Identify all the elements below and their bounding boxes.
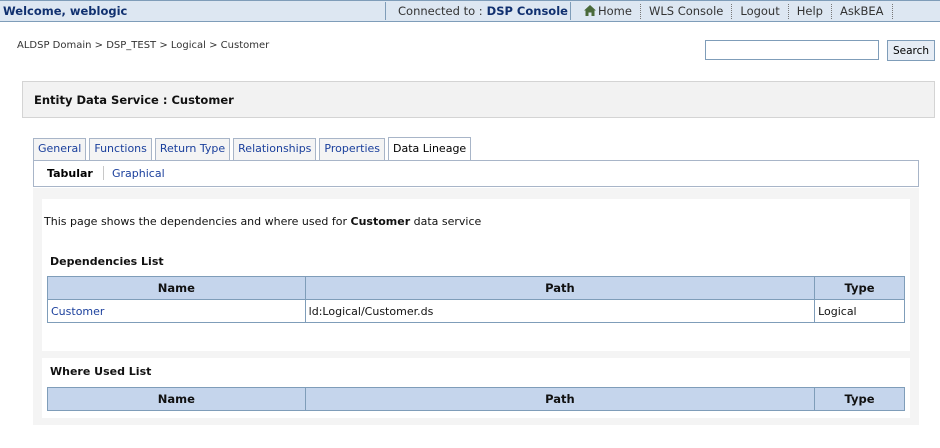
separator — [385, 2, 386, 20]
connection-status: Connected to : DSP Console — [398, 4, 568, 18]
column-header-name[interactable]: Name — [47, 276, 306, 300]
column-header-type[interactable]: Type — [814, 276, 905, 300]
connected-label: Connected to : — [398, 4, 483, 18]
tab-relationships[interactable]: Relationships — [233, 138, 317, 160]
page-title: Entity Data Service : Customer — [34, 93, 234, 107]
tab-functions[interactable]: Functions — [89, 138, 152, 160]
tab-return-type[interactable]: Return Type — [154, 138, 231, 160]
connected-value: DSP Console — [486, 4, 568, 18]
where-used-title: Where Used List — [50, 365, 152, 378]
home-link-label: Home — [598, 4, 632, 18]
home-link[interactable]: Home — [578, 4, 641, 19]
top-bar: Welcome, weblogic Connected to : DSP Cons… — [0, 0, 940, 22]
cell-path: ld:Logical/Customer.ds — [304, 299, 816, 323]
table-header-row: Name Path Type — [47, 387, 905, 411]
description-prefix: This page shows the dependencies and whe… — [44, 215, 347, 228]
table-row: Customer ld:Logical/Customer.ds Logical — [47, 299, 905, 323]
search-button[interactable]: Search — [887, 40, 935, 61]
column-header-name[interactable]: Name — [47, 387, 306, 411]
cell-type: Logical — [814, 299, 905, 323]
table-header-row: Name Path Type — [47, 276, 905, 300]
dependencies-table: Name Path Type Customer ld:Logical/Custo… — [47, 276, 905, 323]
help-link[interactable]: Help — [789, 4, 832, 19]
dependency-link[interactable]: Customer — [51, 305, 104, 318]
tab-general[interactable]: General — [33, 138, 87, 160]
logout-link[interactable]: Logout — [732, 4, 789, 19]
subtab-graphical[interactable]: Graphical — [112, 167, 165, 180]
cell-name: Customer — [47, 299, 306, 323]
dependencies-title: Dependencies List — [50, 255, 164, 268]
breadcrumb: ALDSP Domain > DSP_TEST > Logical > Cust… — [17, 40, 270, 51]
askbea-link[interactable]: AskBEA — [832, 4, 893, 19]
welcome-text: Welcome, weblogic — [3, 4, 128, 18]
where-used-table: Name Path Type — [47, 387, 905, 411]
description-text: This page shows the dependencies and whe… — [44, 215, 481, 228]
divider — [103, 166, 104, 180]
tab-data-lineage[interactable]: Data Lineage — [388, 137, 472, 160]
top-nav: Home WLS Console Logout Help AskBEA — [578, 4, 893, 19]
page-title-box: Entity Data Service : Customer — [22, 81, 935, 118]
tab-properties[interactable]: Properties — [319, 138, 386, 160]
column-header-path[interactable]: Path — [304, 276, 816, 300]
description-service: Customer — [350, 215, 411, 228]
subtab-tabular[interactable]: Tabular — [47, 167, 93, 180]
column-header-type[interactable]: Type — [814, 387, 905, 411]
tab-bar: General Functions Return Type Relationsh… — [33, 137, 474, 160]
separator — [570, 2, 571, 20]
subtab-bar: Tabular Graphical — [33, 161, 919, 187]
home-icon — [584, 5, 596, 16]
column-header-path[interactable]: Path — [304, 387, 816, 411]
description-suffix: data service — [413, 215, 482, 228]
search-input[interactable] — [705, 40, 879, 60]
wls-console-link[interactable]: WLS Console — [641, 4, 733, 19]
